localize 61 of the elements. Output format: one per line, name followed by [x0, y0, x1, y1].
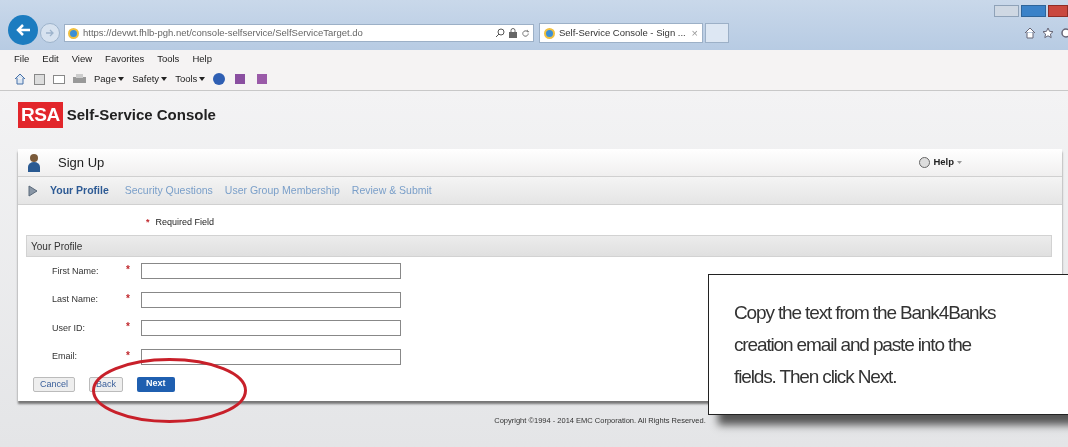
user-icon [28, 152, 40, 173]
address-field[interactable]: https://devwt.fhlb-pgh.net/console-selfservice/SelfServiceTarget.do [64, 24, 534, 42]
required-mark: * [126, 264, 130, 276]
new-tab-button[interactable] [705, 23, 729, 43]
field-label: Email: [52, 350, 78, 363]
tab-title: Self-Service Console - Sign ... [559, 25, 687, 40]
rsa-logo: RSA [18, 102, 63, 128]
refresh-icon [521, 28, 530, 38]
arrow-right-icon [45, 29, 55, 37]
required-mark: * [126, 321, 130, 333]
menu-item[interactable]: View [71, 52, 93, 67]
caret-icon [161, 77, 168, 81]
callout-text: fields. Then click Next. [734, 365, 898, 389]
star-icon[interactable] [1042, 27, 1054, 39]
menu-item[interactable]: Edit [42, 52, 59, 67]
text-field[interactable] [141, 348, 401, 365]
command-menu[interactable]: Tools [175, 71, 206, 87]
text-field[interactable] [141, 263, 401, 280]
play-icon [28, 184, 38, 197]
menu-item[interactable]: File [14, 52, 30, 67]
field-label: Last Name: [52, 293, 100, 306]
callout-text: Copy the text from the Bank4Banks [734, 301, 997, 325]
url-text: https://devwt.fhlb-pgh.net/console-selfservice/SelfServiceTarget.do [83, 25, 364, 40]
command-menu[interactable]: Safety [132, 71, 168, 87]
menu-item[interactable]: Tools [157, 52, 180, 67]
minimize-button[interactable] [994, 5, 1019, 17]
home-icon[interactable] [14, 73, 26, 85]
field-label: First Name: [52, 264, 100, 278]
browser-tab[interactable]: Self-Service Console - Sign ... × [539, 23, 703, 43]
lock-icon [509, 28, 517, 38]
feed-icon[interactable] [34, 73, 45, 85]
caret-icon [118, 77, 125, 81]
required-mark: * [126, 349, 130, 361]
required-mark: * [126, 292, 130, 304]
browser-logo-icon [68, 27, 79, 39]
help-menu[interactable]: Help [919, 155, 962, 170]
form-button[interactable]: Cancel [33, 376, 75, 392]
arrow-left-icon [15, 23, 31, 37]
wizard-step[interactable]: Your Profile [50, 182, 109, 199]
search-icon [495, 28, 505, 38]
required-mark: * [146, 216, 150, 230]
section-header: Your Profile [26, 235, 1052, 257]
caret-icon [199, 77, 206, 81]
app-title: Self-Service Console [66, 104, 216, 125]
form-button[interactable]: Next [137, 376, 175, 392]
required-note: Required Field [155, 216, 215, 230]
callout-text: creation email and paste into the [734, 333, 972, 357]
printer-icon[interactable] [73, 73, 86, 85]
text-field[interactable] [141, 320, 401, 337]
close-button[interactable] [1048, 5, 1068, 17]
home-icon[interactable] [1024, 27, 1036, 39]
mail-icon[interactable] [53, 74, 65, 84]
menu-item[interactable]: Help [192, 52, 212, 67]
field-label: User ID: [52, 321, 86, 335]
text-field[interactable] [141, 291, 401, 308]
back-button[interactable] [8, 15, 38, 45]
browser-logo-icon [544, 27, 555, 39]
command-menu[interactable]: Page [94, 71, 125, 87]
menu-item[interactable]: Favorites [105, 52, 145, 67]
panel-title: Sign Up [58, 153, 105, 172]
caret-icon [957, 161, 962, 164]
